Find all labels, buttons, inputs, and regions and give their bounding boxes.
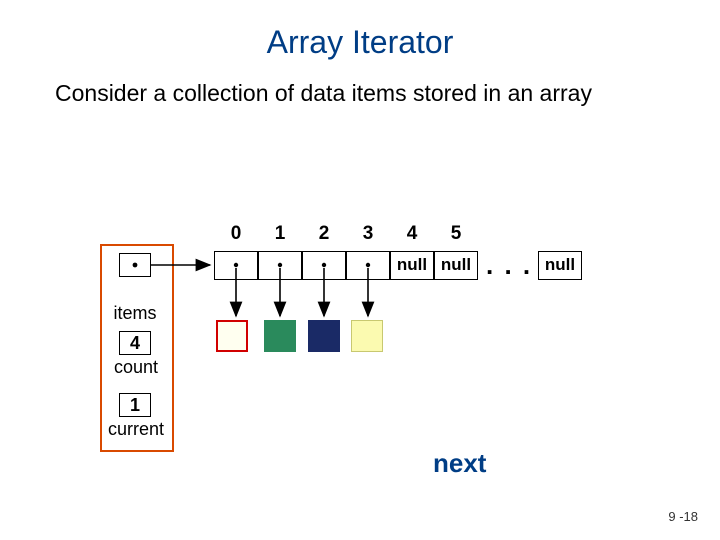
items-pointer-box: [119, 253, 151, 277]
array-cell-2: [302, 251, 346, 280]
index-0: 0: [214, 223, 258, 245]
slide-number: 9 -18: [668, 509, 698, 524]
array-cell-5: null: [434, 251, 478, 280]
current-value-box: 1: [119, 393, 151, 417]
index-3: 3: [346, 223, 390, 245]
items-label: items: [112, 303, 158, 324]
data-object-2: [308, 320, 340, 352]
index-1: 1: [258, 223, 302, 245]
ellipsis: . . .: [486, 250, 532, 281]
current-label: current: [104, 419, 168, 440]
array-cell-3: [346, 251, 390, 280]
array-cell-last: null: [538, 251, 582, 280]
array-cell-4: null: [390, 251, 434, 280]
count-label: count: [111, 357, 161, 378]
array-cell-1: [258, 251, 302, 280]
data-object-1: [264, 320, 296, 352]
array-cell-0: [214, 251, 258, 280]
diagram-canvas: items 4 count 1 current 0 1 2 3 4 5 null…: [0, 0, 720, 540]
count-value-box: 4: [119, 331, 151, 355]
data-object-3: [351, 320, 383, 352]
index-4: 4: [390, 223, 434, 245]
index-5: 5: [434, 223, 478, 245]
next-label: next: [433, 448, 486, 479]
index-2: 2: [302, 223, 346, 245]
data-object-0: [216, 320, 248, 352]
